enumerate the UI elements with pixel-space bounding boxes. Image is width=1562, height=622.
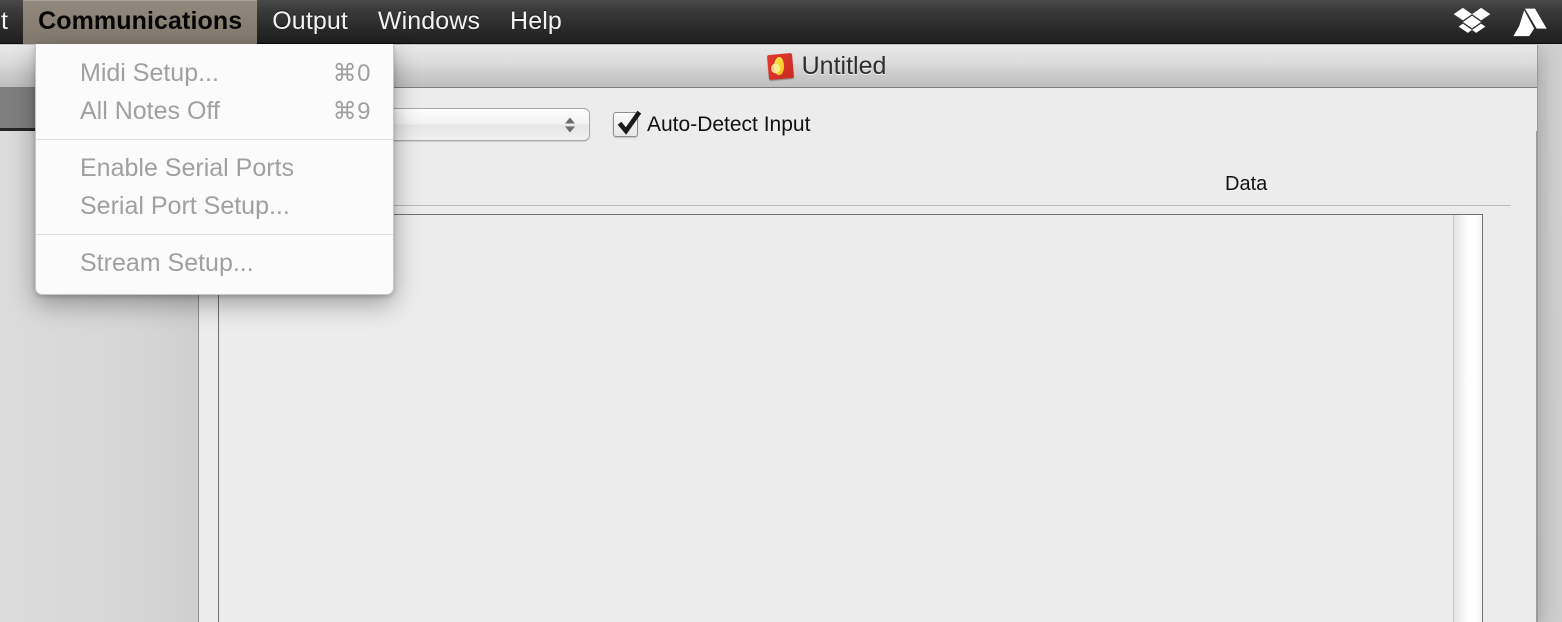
screen: Untitled Open Sound Control: [0, 0, 1562, 622]
menu-item-windows[interactable]: Windows: [363, 0, 495, 44]
menu-item-clipped[interactable]: ut: [0, 0, 23, 44]
system-menu-bar: ut Communications Output Windows Help: [0, 0, 1562, 44]
menu-item-help[interactable]: Help: [495, 0, 577, 44]
dropbox-icon[interactable]: [1452, 6, 1492, 38]
stream-list[interactable]: [218, 214, 1483, 622]
isadora-document-icon: [766, 52, 794, 80]
menu-group-midi: Midi Setup... ⌘0 All Notes Off ⌘9: [36, 54, 393, 130]
menu-bar-items: ut Communications Output Windows Help: [0, 0, 577, 44]
menu-item-enable-serial-ports[interactable]: Enable Serial Ports: [36, 149, 393, 187]
menu-item-all-notes-off-shortcut: ⌘9: [332, 97, 371, 125]
window-right-edge: [1536, 131, 1537, 622]
menu-item-midi-setup-shortcut: ⌘0: [332, 59, 371, 87]
auto-detect-input-checkbox[interactable]: [613, 110, 642, 137]
menu-item-communications-label: Communications: [38, 7, 243, 35]
vertical-scrollbar[interactable]: [1453, 215, 1482, 622]
menu-group-stream: Stream Setup...: [36, 244, 393, 282]
menu-item-windows-label: Windows: [377, 7, 481, 35]
menu-item-midi-setup[interactable]: Midi Setup... ⌘0: [36, 54, 393, 92]
checkmark-icon: [617, 110, 642, 135]
menu-item-serial-port-setup-label: Serial Port Setup...: [80, 191, 290, 220]
menu-item-all-notes-off-label: All Notes Off: [80, 96, 220, 125]
menu-separator-2: [36, 234, 393, 235]
menu-item-all-notes-off[interactable]: All Notes Off ⌘9: [36, 92, 393, 130]
window-title: Untitled: [801, 51, 887, 80]
menu-item-enable-serial-ports-label: Enable Serial Ports: [80, 153, 295, 182]
menu-item-output-label: Output: [272, 7, 348, 35]
menu-item-communications[interactable]: Communications: [23, 0, 258, 44]
menu-item-clipped-label: ut: [0, 7, 9, 35]
communications-menu[interactable]: Midi Setup... ⌘0 All Notes Off ⌘9 Enable…: [35, 44, 394, 295]
menu-separator-1: [36, 139, 393, 140]
menu-item-help-label: Help: [510, 7, 562, 35]
menu-item-stream-setup[interactable]: Stream Setup...: [36, 244, 393, 282]
auto-detect-input-label: Auto-Detect Input: [647, 112, 811, 136]
google-drive-icon[interactable]: [1510, 6, 1550, 38]
menu-item-serial-port-setup[interactable]: Serial Port Setup...: [36, 187, 393, 225]
menu-group-serial: Enable Serial Ports Serial Port Setup...: [36, 149, 393, 225]
column-header-data[interactable]: Data: [1225, 173, 1267, 196]
menu-item-output[interactable]: Output: [257, 0, 363, 44]
auto-detect-input-checkbox-row[interactable]: Auto-Detect Input: [613, 110, 811, 137]
chevron-updown-icon: [565, 117, 575, 132]
menu-item-stream-setup-label: Stream Setup...: [80, 248, 254, 277]
menu-bar-tray: [1452, 6, 1562, 38]
menu-item-midi-setup-label: Midi Setup...: [80, 58, 219, 87]
